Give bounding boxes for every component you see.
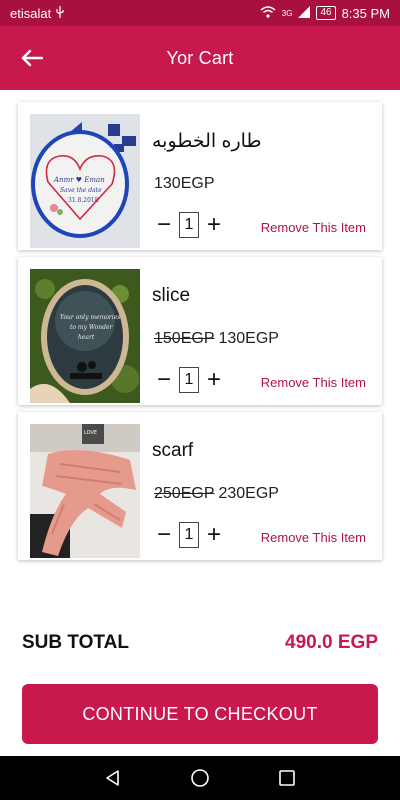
checkout-button[interactable]: CONTINUE TO CHECKOUT xyxy=(22,684,378,744)
product-current-price: 130EGP xyxy=(154,175,215,192)
clock: 8:35 PM xyxy=(341,5,390,21)
battery-level: 46 xyxy=(316,6,336,20)
network-type: 3G xyxy=(281,8,293,18)
product-old-price: 150EGP xyxy=(154,330,215,347)
product-current-price: 230EGP xyxy=(218,485,279,502)
svg-text:Save the date: Save the date xyxy=(60,187,102,194)
page-title: Yor Cart xyxy=(166,47,234,68)
product-price: 250EGP 230EGP xyxy=(154,485,279,503)
app-bar: Yor Cart xyxy=(0,26,400,90)
carrier-group: etisalat xyxy=(10,5,65,21)
subtotal-value: 490.0 EGP xyxy=(285,632,378,653)
signal-icon xyxy=(298,5,311,21)
quantity-stepper: − 1 + xyxy=(155,522,223,548)
status-bar: etisalat 3G 46 8:35 PM xyxy=(0,0,400,26)
product-image-wood-slice: Your only memories to my Wonder heart xyxy=(30,269,140,403)
cart-list: Anmr ♥ Eman Save the date 31.8.2018 طاره… xyxy=(18,102,382,567)
svg-text:Anmr ♥ Eman: Anmr ♥ Eman xyxy=(53,176,105,184)
product-name: scarf xyxy=(152,440,194,461)
minus-icon[interactable]: − xyxy=(155,212,173,238)
usb-icon xyxy=(55,5,65,21)
minus-icon[interactable]: − xyxy=(155,522,173,548)
subtotal-row: SUB TOTAL 490.0 EGP xyxy=(22,630,378,656)
product-name: slice xyxy=(152,285,191,306)
nav-back-icon[interactable] xyxy=(101,766,125,790)
svg-text:LOVE: LOVE xyxy=(84,430,97,436)
subtotal-label: SUB TOTAL xyxy=(22,632,129,653)
minus-icon[interactable]: − xyxy=(155,367,173,393)
product-old-price: 250EGP xyxy=(154,485,215,502)
product-image-embroidery-hoop: Anmr ♥ Eman Save the date 31.8.2018 xyxy=(30,114,140,248)
svg-text:31.8.2018: 31.8.2018 xyxy=(68,197,99,204)
quantity-value[interactable]: 1 xyxy=(179,367,199,393)
plus-icon[interactable]: + xyxy=(205,367,223,393)
arrow-left-icon[interactable] xyxy=(18,44,46,72)
wifi-icon xyxy=(260,5,276,21)
remove-item-button[interactable]: Remove This Item xyxy=(261,530,366,545)
status-right: 3G 46 8:35 PM xyxy=(260,5,390,21)
product-name: طاره الخطوبه xyxy=(152,131,262,152)
nav-recents-icon[interactable] xyxy=(275,766,299,790)
cart-item: Anmr ♥ Eman Save the date 31.8.2018 طاره… xyxy=(18,102,382,250)
system-nav-bar xyxy=(0,756,400,800)
quantity-value[interactable]: 1 xyxy=(179,212,199,238)
plus-icon[interactable]: + xyxy=(205,522,223,548)
plus-icon[interactable]: + xyxy=(205,212,223,238)
svg-text:heart: heart xyxy=(78,334,95,341)
cart-item: Your only memories to my Wonder heart sl… xyxy=(18,257,382,405)
product-price: 150EGP 130EGP xyxy=(154,330,279,348)
quantity-stepper: − 1 + xyxy=(155,212,223,238)
nav-home-icon[interactable] xyxy=(188,766,212,790)
product-current-price: 130EGP xyxy=(218,330,279,347)
product-image-knitted-scarf: LOVE xyxy=(30,424,140,558)
quantity-value[interactable]: 1 xyxy=(179,522,199,548)
cart-item: LOVE scarf 250EGP 230EGP − 1 + Remove Thi… xyxy=(18,412,382,560)
svg-text:Your only memories: Your only memories xyxy=(60,314,120,321)
remove-item-button[interactable]: Remove This Item xyxy=(261,220,366,235)
carrier-name: etisalat xyxy=(10,5,52,21)
quantity-stepper: − 1 + xyxy=(155,367,223,393)
svg-text:to my Wonder: to my Wonder xyxy=(70,324,114,331)
remove-item-button[interactable]: Remove This Item xyxy=(261,375,366,390)
product-price: 130EGP xyxy=(154,175,214,193)
